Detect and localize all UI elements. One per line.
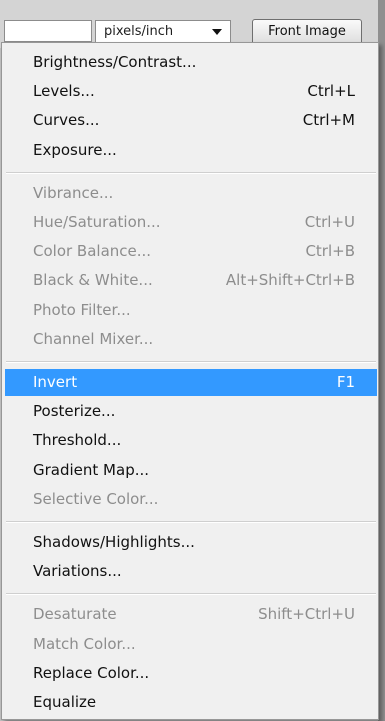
menu-item-label: Black & White... bbox=[33, 271, 153, 290]
menu-item-shortcut: F1 bbox=[336, 373, 355, 391]
menu-item-match-color[interactable]: Match Color... bbox=[5, 631, 377, 658]
menu-item-black-white[interactable]: Black & White... Alt+Shift+Ctrl+B bbox=[5, 267, 377, 294]
menu-item-brightness-contrast[interactable]: Brightness/Contrast... bbox=[5, 49, 377, 76]
menu-separator bbox=[6, 171, 376, 174]
menu-item-label: Shadows/Highlights... bbox=[33, 533, 195, 551]
menu-item-invert[interactable]: Invert F1 bbox=[5, 369, 377, 396]
window-edge bbox=[378, 0, 385, 721]
resolution-units-select[interactable]: pixels/inch bbox=[95, 20, 231, 44]
menu-item-label: Posterize... bbox=[33, 402, 116, 421]
menu-item-posterize[interactable]: Posterize... bbox=[5, 398, 377, 425]
menu-item-channel-mixer[interactable]: Channel Mixer... bbox=[5, 326, 377, 353]
menu-separator bbox=[6, 521, 376, 523]
menu-item-label: Vibrance... bbox=[33, 183, 114, 202]
menu-item-shortcut: Ctrl+M bbox=[302, 111, 355, 130]
menu-item-label: Selective Color... bbox=[33, 489, 159, 508]
menu-item-selective-color[interactable]: Selective Color... bbox=[5, 486, 377, 513]
menu-item-label: Color Balance... bbox=[33, 242, 152, 261]
chevron-down-icon bbox=[212, 29, 222, 35]
menu-item-label: Gradient Map... bbox=[33, 460, 150, 479]
resolution-input[interactable] bbox=[4, 20, 92, 42]
menu-item-shadows-highlights[interactable]: Shadows/Highlights... bbox=[5, 529, 377, 556]
menu-item-label: Desaturate bbox=[33, 605, 117, 624]
resolution-units-value: pixels/inch bbox=[104, 24, 174, 39]
menu-item-label: Equalize bbox=[33, 693, 97, 711]
menu-item-label: Threshold... bbox=[33, 431, 122, 450]
menu-separator bbox=[6, 361, 376, 363]
menu-item-exposure[interactable]: Exposure... bbox=[5, 137, 377, 164]
menu-separator bbox=[6, 593, 376, 596]
menu-item-shortcut: Ctrl+U bbox=[304, 213, 355, 231]
menu-item-gradient-map[interactable]: Gradient Map... bbox=[5, 457, 377, 484]
menu-item-vibrance[interactable]: Vibrance... bbox=[5, 180, 377, 207]
menu-item-label: Levels... bbox=[33, 82, 95, 101]
menu-item-label: Curves... bbox=[33, 111, 100, 130]
menu-item-label: Brightness/Contrast... bbox=[33, 53, 197, 71]
menu-item-photo-filter[interactable]: Photo Filter... bbox=[5, 297, 377, 324]
menu-item-equalize[interactable]: Equalize bbox=[5, 689, 377, 716]
menu-item-label: Match Color... bbox=[33, 634, 136, 653]
menu-item-hue-saturation[interactable]: Hue/Saturation... Ctrl+U bbox=[5, 209, 377, 236]
menu-item-shortcut: Ctrl+L bbox=[307, 82, 355, 101]
menu-item-levels[interactable]: Levels... Ctrl+L bbox=[5, 78, 377, 105]
menu-item-replace-color[interactable]: Replace Color... bbox=[5, 660, 377, 687]
menu-item-color-balance[interactable]: Color Balance... Ctrl+B bbox=[5, 238, 377, 265]
options-bar: pixels/inch Front Image bbox=[0, 0, 385, 48]
menu-item-label: Photo Filter... bbox=[33, 300, 131, 319]
menu-item-label: Hue/Saturation... bbox=[33, 213, 161, 231]
menu-item-desaturate[interactable]: Desaturate Shift+Ctrl+U bbox=[5, 601, 377, 628]
adjustments-menu: Brightness/Contrast... Levels... Ctrl+L Cur… bbox=[1, 42, 379, 720]
menu-item-label: Replace Color... bbox=[33, 663, 150, 682]
menu-item-label: Exposure... bbox=[33, 140, 117, 159]
menu-item-shortcut: Alt+Shift+Ctrl+B bbox=[225, 271, 355, 290]
menu-item-curves[interactable]: Curves... Ctrl+M bbox=[5, 107, 377, 134]
menu-item-threshold[interactable]: Threshold... bbox=[5, 427, 377, 454]
menu-item-label: Invert bbox=[33, 373, 78, 391]
menu-item-shortcut: Ctrl+B bbox=[305, 242, 355, 261]
menu-item-label: Variations... bbox=[33, 562, 122, 581]
menu-item-variations[interactable]: Variations... bbox=[5, 558, 377, 585]
menu-item-label: Channel Mixer... bbox=[33, 329, 154, 348]
menu-item-shortcut: Shift+Ctrl+U bbox=[258, 605, 355, 624]
